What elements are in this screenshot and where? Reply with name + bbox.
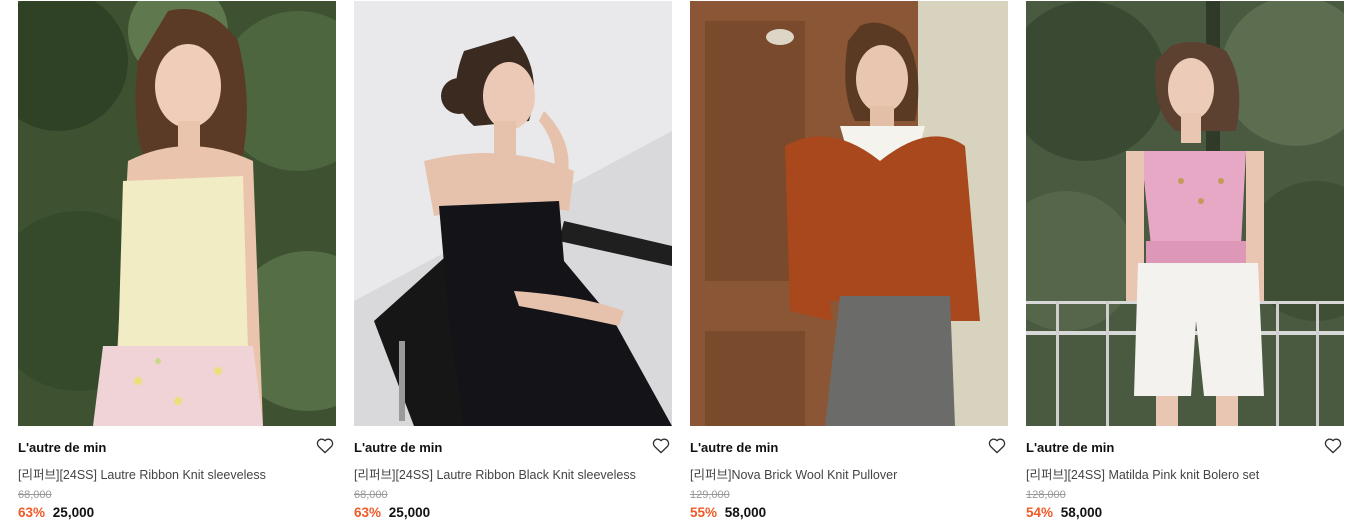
product-image[interactable] (1026, 1, 1344, 426)
brand-name[interactable]: L'autre de min (354, 440, 442, 455)
heart-outline-icon[interactable] (988, 437, 1006, 454)
discount-rate: 54% (1026, 505, 1054, 520)
original-price: 68,000 (18, 489, 52, 501)
product-card[interactable]: L'autre de min [리퍼브][24SS] Lautre Ribbon… (18, 0, 336, 531)
heart-outline-icon[interactable] (316, 437, 334, 454)
brand-name[interactable]: L'autre de min (1026, 440, 1114, 455)
product-title[interactable]: [리퍼브][24SS] Lautre Ribbon Black Knit sle… (354, 464, 636, 483)
brand-name[interactable]: L'autre de min (18, 440, 106, 455)
product-card[interactable]: L'autre de min [리퍼브]Nova Brick Wool Knit… (690, 0, 1008, 531)
price-row: 63% 25,000 (18, 505, 94, 520)
brand-name[interactable]: L'autre de min (690, 440, 778, 455)
product-card[interactable]: L'autre de min [리퍼브][24SS] Matilda Pink … (1026, 0, 1344, 531)
sale-price: 58,000 (1060, 505, 1103, 520)
discount-rate: 55% (690, 505, 718, 520)
product-grid: L'autre de min [리퍼브][24SS] Lautre Ribbon… (0, 0, 1354, 531)
price-row: 63% 25,000 (354, 505, 430, 520)
product-image[interactable] (690, 1, 1008, 426)
discount-rate: 63% (18, 505, 46, 520)
sale-price: 25,000 (52, 505, 95, 520)
heart-outline-icon[interactable] (652, 437, 670, 454)
original-price: 129,000 (690, 489, 730, 501)
discount-rate: 63% (354, 505, 382, 520)
product-title[interactable]: [리퍼브]Nova Brick Wool Knit Pullover (690, 464, 897, 483)
price-row: 54% 58,000 (1026, 505, 1102, 520)
original-price: 68,000 (354, 489, 388, 501)
product-title[interactable]: [리퍼브][24SS] Lautre Ribbon Knit sleeveles… (18, 464, 266, 483)
product-card[interactable]: L'autre de min [리퍼브][24SS] Lautre Ribbon… (354, 0, 672, 531)
sale-price: 58,000 (724, 505, 767, 520)
heart-outline-icon[interactable] (1324, 437, 1342, 454)
original-price: 128,000 (1026, 489, 1066, 501)
price-row: 55% 58,000 (690, 505, 766, 520)
sale-price: 25,000 (388, 505, 431, 520)
product-title[interactable]: [리퍼브][24SS] Matilda Pink knit Bolero set (1026, 464, 1259, 483)
product-image[interactable] (18, 1, 336, 426)
product-image[interactable] (354, 1, 672, 426)
